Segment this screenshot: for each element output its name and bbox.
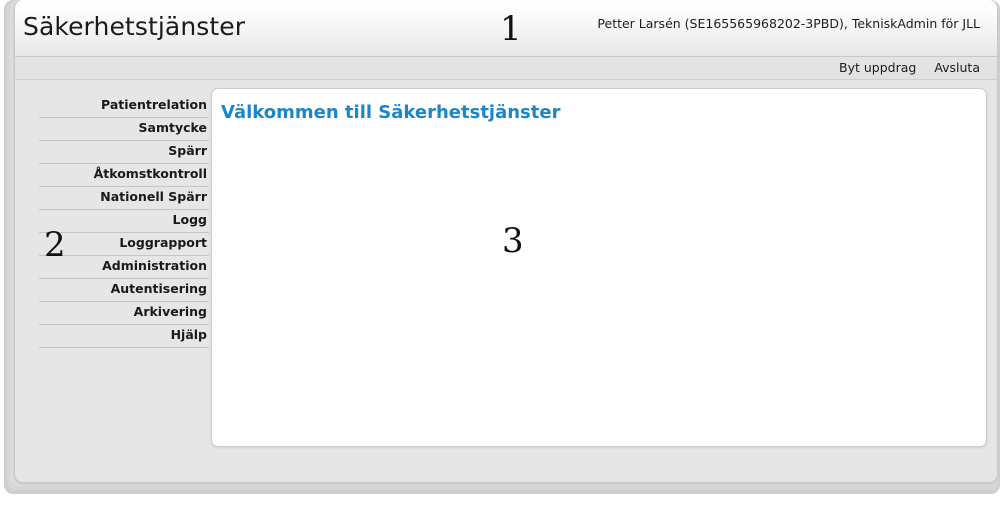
main-card: Säkerhetstjänster Petter Larsén (SE16556…	[14, 0, 998, 483]
sidebar-item-hjalp[interactable]: Hjälp	[39, 325, 209, 348]
header-bar: Säkerhetstjänster Petter Larsén (SE16556…	[15, 0, 997, 57]
subheader-bar: Byt uppdrag Avsluta	[15, 57, 997, 80]
sidebar-item-administration[interactable]: Administration	[39, 256, 209, 279]
page-title: Välkommen till Säkerhetstjänster	[221, 102, 561, 123]
sidebar-item-nationell-sparr[interactable]: Nationell Spärr	[39, 187, 209, 210]
sidebar-item-patientrelation[interactable]: Patientrelation	[39, 94, 209, 118]
byt-uppdrag-link[interactable]: Byt uppdrag	[839, 60, 916, 75]
content-panel: Välkommen till Säkerhetstjänster	[211, 88, 987, 447]
user-info-label: Petter Larsén (SE165565968202-3PBD), Tek…	[597, 16, 980, 31]
sidebar-item-samtycke[interactable]: Samtycke	[39, 118, 209, 141]
app-title: Säkerhetstjänster	[23, 12, 246, 41]
sidebar-item-logg[interactable]: Logg	[39, 210, 209, 233]
application-window: Säkerhetstjänster Petter Larsén (SE16556…	[0, 0, 1006, 507]
sidebar-item-arkivering[interactable]: Arkivering	[39, 302, 209, 325]
avsluta-link[interactable]: Avsluta	[934, 60, 980, 75]
sidebar-item-atkomstkontroll[interactable]: Åtkomstkontroll	[39, 164, 209, 187]
sidebar-navigation: Patientrelation Samtycke Spärr Åtkomstko…	[39, 94, 209, 348]
sidebar-item-autentisering[interactable]: Autentisering	[39, 279, 209, 302]
header-actions: Byt uppdrag Avsluta	[825, 60, 980, 75]
sidebar-item-loggrapport[interactable]: Loggrapport	[39, 233, 209, 256]
sidebar-item-sparr[interactable]: Spärr	[39, 141, 209, 164]
body-region: Patientrelation Samtycke Spärr Åtkomstko…	[15, 80, 997, 482]
